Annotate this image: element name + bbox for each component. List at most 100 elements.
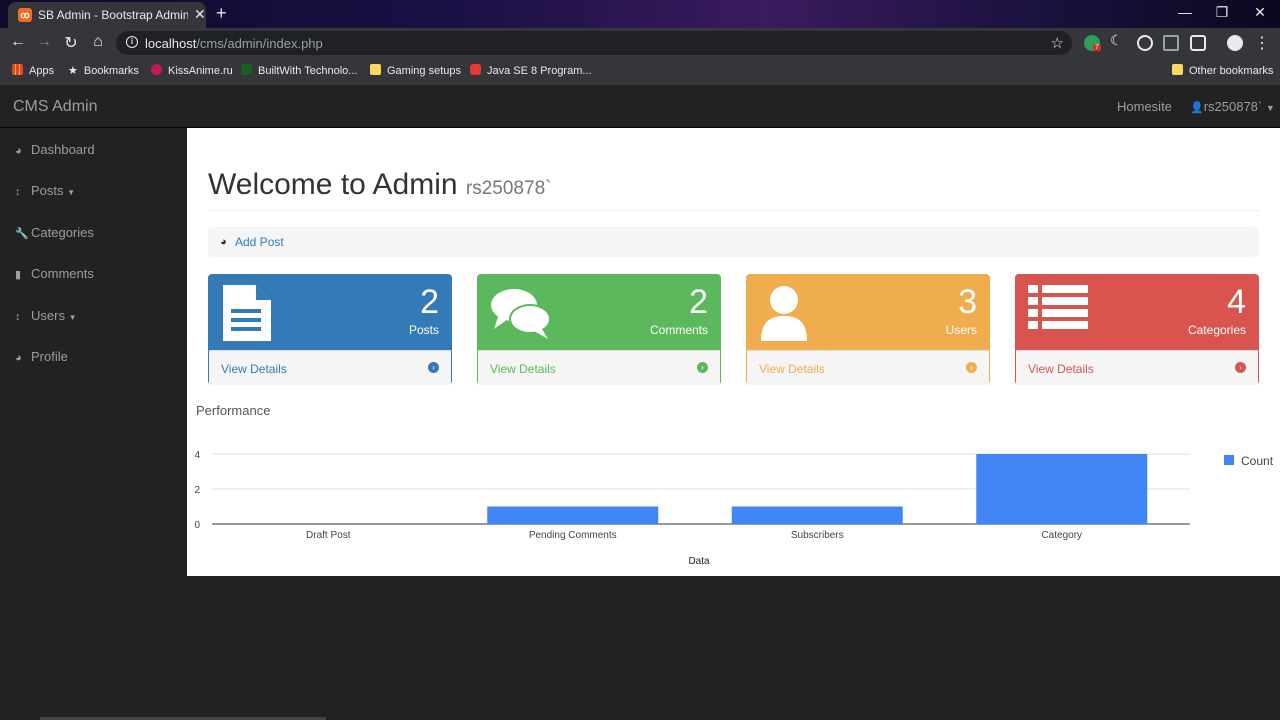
posts-panel-heading: 2 Posts bbox=[209, 275, 451, 350]
performance-title: Performance bbox=[196, 403, 271, 418]
user-name: rs250878` bbox=[1203, 99, 1263, 114]
posts-view-details[interactable]: View Details › bbox=[209, 350, 451, 385]
address-bar[interactable]: i localhost/cms/admin/index.php ☆ bbox=[116, 31, 1072, 55]
dashboard-icon: ◕ bbox=[15, 145, 22, 157]
bookmark-bookmarks[interactable]: ★ Bookmarks bbox=[68, 64, 139, 77]
menu-kebab-icon[interactable]: ⋮ bbox=[1252, 33, 1272, 53]
breadcrumb: ◕ Add Post bbox=[208, 227, 1259, 257]
minimize-icon[interactable]: — bbox=[1170, 4, 1200, 20]
x-tick-label: Draft Post bbox=[306, 530, 351, 541]
x-tick-label: Pending Comments bbox=[529, 530, 617, 541]
sidebar-item-comments[interactable]: ▮ Comments bbox=[15, 266, 94, 281]
extension-badge: 7 bbox=[1093, 44, 1101, 51]
bookmark-gaming-setups[interactable]: Gaming setups bbox=[370, 64, 461, 77]
caret-down-icon: ▼ bbox=[67, 188, 76, 197]
bookmark-java-se[interactable]: Java SE 8 Program... bbox=[470, 64, 592, 77]
sidebar-item-label: Comments bbox=[31, 266, 94, 281]
bookmark-apps[interactable]: Apps bbox=[12, 64, 54, 77]
arrow-circle-right-icon: › bbox=[1235, 362, 1246, 373]
user-dropdown[interactable]: 👤rs250878` ▼ bbox=[1190, 99, 1275, 114]
caret-down-icon: ▼ bbox=[1265, 103, 1275, 113]
back-icon[interactable]: ← bbox=[8, 33, 28, 51]
forward-icon[interactable]: → bbox=[34, 33, 54, 51]
users-view-details[interactable]: View Details › bbox=[747, 350, 989, 385]
categories-view-details[interactable]: View Details › bbox=[1016, 350, 1258, 385]
app-navbar: CMS Admin Homesite 👤rs250878` ▼ bbox=[0, 85, 1280, 128]
bookmark-label: KissAnime.ru bbox=[168, 65, 233, 77]
legend-swatch bbox=[1224, 455, 1234, 465]
file-text-icon bbox=[223, 285, 271, 341]
arrows-v-icon: ↕ bbox=[15, 186, 21, 198]
posts-label: Posts bbox=[408, 323, 439, 337]
legend-label: Count bbox=[1241, 454, 1274, 468]
browser-toolbar: ← → ↻ ⌂ i localhost/cms/admin/index.php … bbox=[0, 28, 1280, 58]
users-panel-heading: 3 Users bbox=[747, 275, 989, 350]
bookmark-star-icon[interactable]: ☆ bbox=[1051, 34, 1064, 52]
other-bookmarks[interactable]: Other bookmarks bbox=[1172, 64, 1273, 77]
categories-panel-heading: 4 Categories bbox=[1016, 275, 1258, 350]
bookmark-label: BuiltWith Technolo... bbox=[258, 65, 358, 77]
sidebar-item-dashboard[interactable]: ◕ Dashboard bbox=[15, 142, 95, 157]
folder-icon bbox=[1172, 64, 1183, 75]
new-tab-icon[interactable]: + bbox=[216, 3, 227, 24]
y-tick-label: 2 bbox=[194, 485, 200, 496]
browser-tab[interactable]: ꝏ SB Admin - Bootstrap Admin Tem ✕ bbox=[8, 2, 206, 28]
cast-extension-icon[interactable] bbox=[1190, 35, 1206, 51]
bookmark-label: Other bookmarks bbox=[1189, 65, 1274, 77]
comments-panel: 2 Comments View Details › bbox=[477, 274, 721, 385]
add-post-link[interactable]: Add Post bbox=[235, 235, 284, 249]
sidebar-item-label: Posts bbox=[31, 183, 64, 198]
dashboard-icon: ◕ bbox=[15, 352, 22, 364]
page-title-text: Welcome to Admin bbox=[208, 168, 458, 201]
sidebar-item-label: Users bbox=[31, 308, 65, 323]
arrows-v-icon: ↕ bbox=[15, 311, 21, 323]
info-icon[interactable]: i bbox=[126, 36, 138, 48]
maximize-icon[interactable]: ❐ bbox=[1207, 4, 1237, 21]
arrow-circle-right-icon: › bbox=[428, 362, 439, 373]
page-subtitle: rs250878` bbox=[465, 178, 552, 199]
y-tick-label: 0 bbox=[194, 520, 200, 531]
bar bbox=[976, 454, 1148, 524]
comments-icon bbox=[491, 289, 551, 339]
sidebar-item-categories[interactable]: 🔧 Categories bbox=[15, 225, 94, 240]
dark-mode-icon[interactable]: ☾ bbox=[1110, 32, 1126, 48]
comments-label: Comments bbox=[649, 323, 708, 337]
arrow-circle-right-icon: › bbox=[966, 362, 977, 373]
x-tick-label: Category bbox=[1041, 530, 1082, 541]
home-icon[interactable]: ⌂ bbox=[88, 33, 108, 51]
x-tick-label: Subscribers bbox=[791, 530, 844, 541]
bookmark-kissanime[interactable]: KissAnime.ru bbox=[151, 64, 233, 77]
sidebar-item-users[interactable]: ↕ Users ▼ bbox=[15, 308, 77, 323]
reload-icon[interactable]: ↻ bbox=[61, 33, 81, 53]
page-title: Welcome to Admin rs250878` bbox=[208, 168, 1259, 202]
speed-icon[interactable] bbox=[1137, 35, 1153, 51]
sidebar-item-label: Profile bbox=[31, 349, 68, 364]
brand-link[interactable]: CMS Admin bbox=[13, 98, 97, 116]
sidebar-item-posts[interactable]: ↕ Posts ▼ bbox=[15, 183, 75, 198]
sidebar-item-profile[interactable]: ◕ Profile bbox=[15, 349, 68, 364]
arrow-circle-right-icon: › bbox=[697, 362, 708, 373]
oracle-icon bbox=[470, 64, 481, 75]
tab-close-icon[interactable]: ✕ bbox=[194, 6, 206, 23]
bookmark-label: Bookmarks bbox=[83, 65, 139, 77]
sidebar: ◕ Dashboard ↕ Posts ▼ 🔧 Categories ▮ Comment… bbox=[0, 128, 187, 720]
profile-avatar-icon[interactable] bbox=[1227, 35, 1243, 51]
caret-down-icon: ▼ bbox=[68, 313, 77, 322]
bookmark-builtwith[interactable]: BuiltWith Technolo... bbox=[241, 64, 357, 77]
comments-count: 2 bbox=[689, 283, 708, 321]
users-label: Users bbox=[945, 323, 977, 337]
window-close-icon[interactable]: ✕ bbox=[1245, 4, 1275, 21]
categories-panel: 4 Categories View Details › bbox=[1015, 274, 1259, 385]
sidebar-item-label: Categories bbox=[31, 225, 94, 240]
bar bbox=[731, 506, 903, 524]
xampp-icon: ꝏ bbox=[18, 8, 32, 22]
users-count: 3 bbox=[958, 283, 977, 321]
homesite-link[interactable]: Homesite bbox=[1117, 99, 1172, 114]
comments-view-details[interactable]: View Details › bbox=[478, 350, 720, 385]
x-axis-label: Data bbox=[688, 556, 710, 567]
posts-count: 2 bbox=[420, 283, 439, 321]
bookmark-label: Gaming setups bbox=[387, 65, 461, 77]
y-tick-label: 4 bbox=[194, 450, 200, 461]
users-panel: 3 Users View Details › bbox=[746, 274, 990, 385]
copy-extension-icon[interactable] bbox=[1163, 35, 1179, 51]
